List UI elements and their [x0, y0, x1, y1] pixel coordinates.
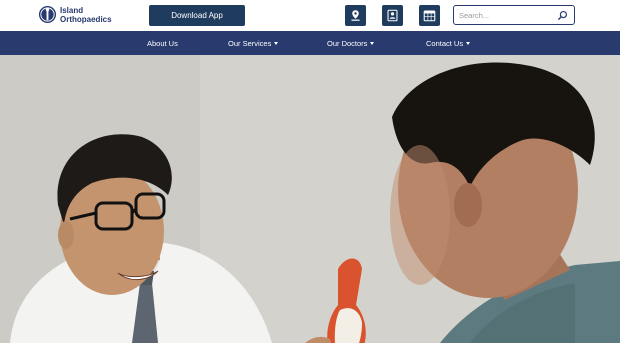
top-bar: Island Orthopaedics Download App [0, 0, 620, 31]
logo-line1: Island [60, 5, 84, 15]
search-icon[interactable] [557, 10, 568, 21]
caret-down-icon [370, 42, 375, 45]
hero-banner [0, 55, 620, 343]
caret-down-icon [274, 42, 279, 45]
calendar-icon [423, 10, 436, 22]
doctor-id-icon [387, 9, 398, 22]
logo-line2: Orthopaedics [60, 14, 112, 24]
search-box [453, 5, 575, 25]
hero-image [0, 55, 620, 343]
find-doctor-button[interactable] [382, 5, 403, 26]
nav-item-our-services[interactable]: Our Services [228, 31, 279, 55]
caret-down-icon [466, 42, 471, 45]
main-nav: About Us Our Services Our Doctors Contac… [0, 31, 620, 55]
search-input[interactable] [459, 7, 557, 23]
nav-label: About Us [147, 38, 178, 48]
nav-label: Contact Us [426, 38, 464, 48]
logo-text: Island Orthopaedics [60, 6, 112, 24]
appointment-button[interactable] [419, 5, 440, 26]
nav-item-about-us[interactable]: About Us [147, 31, 178, 55]
nav-label: Our Doctors [327, 38, 368, 48]
nav-item-our-doctors[interactable]: Our Doctors [327, 31, 375, 55]
location-pin-icon [351, 10, 360, 21]
nav-label: Our Services [228, 38, 272, 48]
location-button[interactable] [345, 5, 366, 26]
download-app-button[interactable]: Download App [149, 5, 245, 26]
logo-mark-icon [38, 5, 57, 24]
nav-item-contact-us[interactable]: Contact Us [426, 31, 471, 55]
site-logo[interactable]: Island Orthopaedics [38, 5, 112, 24]
